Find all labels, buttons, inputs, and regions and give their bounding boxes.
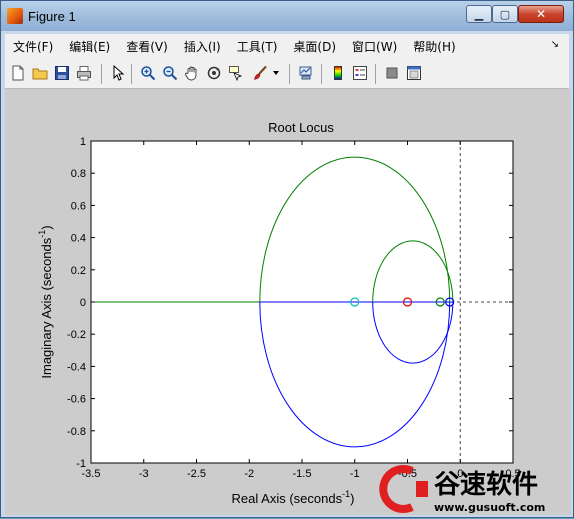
y-tick-label: 0.8 — [71, 168, 86, 180]
close-icon: ✕ — [535, 7, 547, 21]
x-tick-label: -2 — [244, 468, 254, 480]
title-bar[interactable]: Figure 1 ▁ ▢ ✕ — [1, 1, 573, 31]
y-tick-label: 0.6 — [71, 200, 86, 212]
watermark: 谷速软件 www.gusuoft.com — [372, 463, 572, 515]
watermark-url: www.gusuoft.com — [434, 501, 545, 514]
y-tick-label: -0.8 — [67, 426, 86, 438]
y-axis-label-main: Imaginary Axis (seconds — [39, 237, 54, 378]
zoom-out-icon[interactable] — [161, 64, 179, 82]
y-tick-label: -0.6 — [67, 394, 86, 406]
chart-title: Root Locus — [268, 120, 334, 135]
minimize-button[interactable]: ▁ — [466, 5, 492, 23]
watermark-logo-icon: 谷速软件 www.gusuoft.com — [379, 465, 545, 514]
y-tick-label: -0.4 — [67, 361, 86, 373]
root-locus-chart[interactable]: Root Locus Real Axis (seconds-1) Imagina… — [5, 89, 571, 515]
dock-arrow-icon[interactable]: ↘ — [551, 39, 559, 50]
brush-dropdown-icon[interactable] — [271, 64, 281, 82]
y-tick-label: 0 — [80, 297, 86, 309]
y-tick-label: -0.2 — [67, 329, 86, 341]
print-icon[interactable] — [75, 64, 93, 82]
figure-window: Figure 1 ▁ ▢ ✕ 文件(F) 编辑(E) 查看(V) 插入(I) 工… — [0, 0, 574, 518]
x-axis-label-sup: -1 — [342, 489, 350, 499]
x-axis-label-tail: ) — [350, 491, 354, 506]
maximize-button[interactable]: ▢ — [492, 5, 518, 23]
figure-toolbar — [5, 58, 569, 89]
menu-desktop[interactable]: 桌面(D) — [285, 38, 344, 55]
toolbar-separator — [131, 64, 132, 84]
maximize-icon: ▢ — [499, 7, 511, 21]
y-tick-label: 0.4 — [71, 233, 86, 245]
menu-view[interactable]: 查看(V) — [118, 38, 176, 55]
legend-icon[interactable] — [351, 64, 369, 82]
menu-bar: 文件(F) 编辑(E) 查看(V) 插入(I) 工具(T) 桌面(D) 窗口(W… — [5, 34, 569, 58]
menu-file[interactable]: 文件(F) — [5, 38, 61, 55]
open-file-icon[interactable] — [31, 64, 49, 82]
y-axis-label-sup: -1 — [37, 230, 47, 238]
show-plot-tools-icon[interactable] — [405, 64, 423, 82]
hide-plot-tools-icon[interactable] — [383, 64, 401, 82]
y-axis-label-tail: ) — [39, 225, 54, 229]
rotate-3d-icon[interactable] — [205, 64, 223, 82]
menu-tools[interactable]: 工具(T) — [229, 38, 286, 55]
window-title: Figure 1 — [28, 9, 76, 24]
toolbar-separator — [101, 64, 102, 84]
toolbar-separator — [289, 64, 290, 84]
x-tick-label: -1.5 — [293, 468, 312, 480]
menu-window[interactable]: 窗口(W) — [344, 38, 405, 55]
x-axis-label: Real Axis (seconds-1) — [232, 489, 355, 506]
close-button[interactable]: ✕ — [518, 5, 564, 23]
pointer-icon[interactable] — [109, 64, 127, 82]
new-figure-icon[interactable] — [9, 64, 27, 82]
link-plot-icon[interactable] — [297, 64, 315, 82]
toolbar-separator — [375, 64, 376, 84]
menu-edit[interactable]: 编辑(E) — [61, 38, 118, 55]
figure-canvas: Root Locus Real Axis (seconds-1) Imagina… — [5, 89, 571, 515]
colorbar-icon[interactable] — [329, 64, 347, 82]
watermark-brand: 谷速软件 — [434, 470, 538, 500]
y-tick-label: 1 — [80, 136, 86, 148]
brush-icon[interactable] — [251, 64, 269, 82]
save-icon[interactable] — [53, 64, 71, 82]
y-axis-label: Imaginary Axis (seconds-1) — [37, 225, 54, 378]
menu-insert[interactable]: 插入(I) — [176, 38, 229, 55]
zoom-in-icon[interactable] — [139, 64, 157, 82]
y-tick-label: -1 — [76, 458, 86, 470]
toolbar-separator — [321, 64, 322, 84]
y-tick-label: 0.2 — [71, 265, 86, 277]
minimize-icon: ▁ — [474, 7, 484, 21]
menu-help[interactable]: 帮助(H) — [405, 38, 463, 55]
x-axis-label-main: Real Axis (seconds — [232, 491, 343, 506]
pan-hand-icon[interactable] — [183, 64, 201, 82]
data-cursor-icon[interactable] — [227, 64, 245, 82]
x-tick-label: -3 — [139, 468, 149, 480]
matlab-logo-icon — [7, 8, 23, 24]
x-tick-label: -1 — [350, 468, 360, 480]
x-tick-label: -2.5 — [187, 468, 206, 480]
